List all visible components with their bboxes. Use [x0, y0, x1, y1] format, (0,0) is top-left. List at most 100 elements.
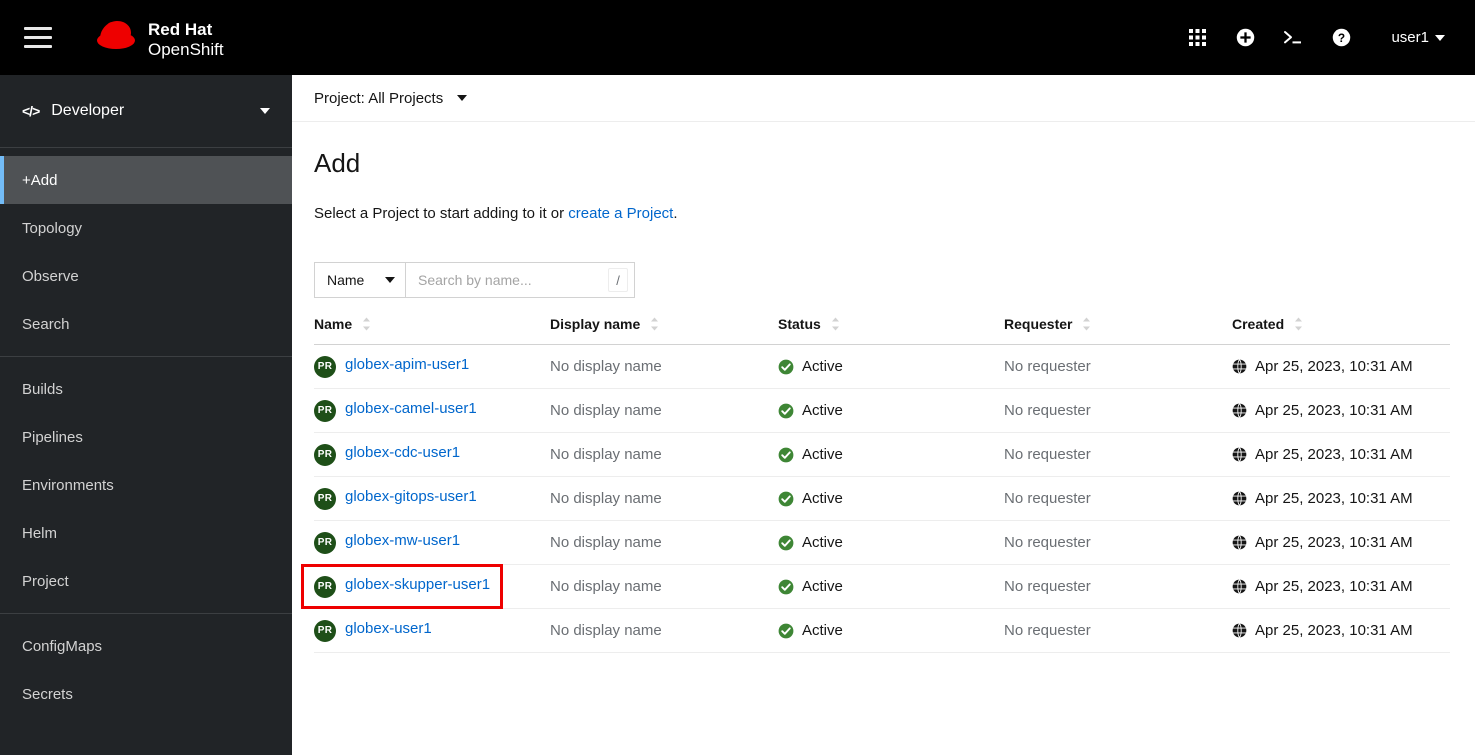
- cell-status: Active: [778, 432, 1004, 478]
- chevron-down-icon: [385, 277, 395, 284]
- status-label: Active: [802, 446, 843, 464]
- cell-display-name: No display name: [550, 344, 778, 390]
- sidebar-item-label: Project: [22, 572, 69, 590]
- hamburger-bar: [24, 27, 52, 30]
- search-input[interactable]: [406, 263, 634, 298]
- project-link[interactable]: globex-gitops-user1: [345, 488, 477, 510]
- sidebar-item-project[interactable]: Project: [0, 557, 292, 605]
- cell-status: Active: [778, 476, 1004, 522]
- status-ok-icon: [778, 403, 794, 419]
- name-annotation-wrapper: PR globex-skupper-user1: [301, 563, 504, 609]
- cell-display-name: No display name: [550, 476, 778, 522]
- project-badge: PR: [314, 619, 336, 642]
- page-description-suffix: .: [673, 205, 678, 223]
- status-label: Active: [802, 578, 843, 596]
- sidebar-item-label: +Add: [22, 171, 58, 189]
- cell-display-name: No display name: [550, 388, 778, 434]
- project-link[interactable]: globex-camel-user1: [345, 400, 477, 422]
- filter-type-dropdown[interactable]: Name: [314, 262, 406, 299]
- name-annotation-wrapper: PR globex-gitops-user1: [314, 487, 477, 510]
- sidebar-item-add[interactable]: +Add: [0, 156, 292, 204]
- sidebar-item-label: Helm: [22, 524, 58, 542]
- cell-name: PR globex-cdc-user1: [314, 432, 550, 478]
- masthead-tools: ? user1: [1173, 14, 1453, 62]
- sidebar-item-search[interactable]: Search: [0, 300, 292, 348]
- status-ok-icon: [778, 535, 794, 551]
- column-header-name[interactable]: Name: [314, 316, 550, 346]
- cell-status: Active: [778, 564, 1004, 610]
- perspective-switcher[interactable]: </> Developer: [0, 75, 292, 148]
- sidebar-item-secrets[interactable]: Secrets: [0, 670, 292, 718]
- table-row: PR globex-apim-user1 No display name Act…: [314, 344, 1450, 390]
- code-icon: </>: [22, 103, 40, 119]
- sidebar-item-environments[interactable]: Environments: [0, 461, 292, 509]
- status-label: Active: [802, 402, 843, 420]
- project-link[interactable]: globex-user1: [345, 620, 432, 642]
- help-icon[interactable]: ?: [1317, 14, 1365, 62]
- sidebar-item-pipelines[interactable]: Pipelines: [0, 413, 292, 461]
- create-project-link[interactable]: create a Project: [568, 205, 673, 222]
- requester-value: No requester: [1004, 490, 1091, 508]
- column-header-label: Status: [778, 316, 821, 333]
- status-ok-icon: [778, 623, 794, 639]
- cell-created: Apr 25, 2023, 10:31 AM: [1232, 388, 1450, 434]
- sort-icon: [651, 317, 659, 331]
- project-link[interactable]: globex-mw-user1: [345, 532, 460, 554]
- status-label: Active: [802, 534, 843, 552]
- created-value: Apr 25, 2023, 10:31 AM: [1255, 446, 1413, 464]
- sidebar: </> Developer +Add Topology Observe Sear…: [0, 75, 292, 755]
- plus-circle-icon[interactable]: [1221, 14, 1269, 62]
- sidebar-item-builds[interactable]: Builds: [0, 365, 292, 413]
- nav-group-config: ConfigMaps Secrets: [0, 614, 292, 726]
- page-description-prefix: Select a Project to start adding to it o…: [314, 205, 569, 223]
- project-selector[interactable]: Project: All Projects: [314, 89, 468, 107]
- hamburger-icon[interactable]: [20, 20, 56, 56]
- cell-status: Active: [778, 344, 1004, 390]
- column-header-display-name[interactable]: Display name: [550, 316, 778, 346]
- project-link[interactable]: globex-apim-user1: [345, 356, 469, 378]
- sidebar-item-label: Observe: [22, 267, 79, 285]
- status-label: Active: [802, 490, 843, 508]
- requester-value: No requester: [1004, 358, 1091, 376]
- status-ok-icon: [778, 359, 794, 375]
- table-header-row: Name Display name Status Requester Creat…: [314, 316, 1450, 346]
- cell-status: Active: [778, 520, 1004, 566]
- column-header-status[interactable]: Status: [778, 316, 1004, 346]
- redhat-openshift-logo[interactable]: Red Hat OpenShift: [88, 15, 228, 61]
- project-link[interactable]: globex-skupper-user1: [345, 576, 490, 598]
- name-annotation-wrapper: PR globex-apim-user1: [314, 355, 469, 378]
- globe-icon: [1232, 623, 1247, 638]
- cell-name: PR globex-gitops-user1: [314, 476, 550, 522]
- cell-created: Apr 25, 2023, 10:31 AM: [1232, 476, 1450, 522]
- display-name-value: No display name: [550, 578, 662, 596]
- created-value: Apr 25, 2023, 10:31 AM: [1255, 622, 1413, 640]
- sidebar-item-topology[interactable]: Topology: [0, 204, 292, 252]
- cell-display-name: No display name: [550, 432, 778, 478]
- globe-icon: [1232, 447, 1247, 462]
- globe-icon: [1232, 359, 1247, 374]
- project-link[interactable]: globex-cdc-user1: [345, 444, 460, 466]
- sidebar-item-label: Pipelines: [22, 428, 83, 446]
- column-header-requester[interactable]: Requester: [1004, 316, 1232, 346]
- status-label: Active: [802, 622, 843, 640]
- globe-icon: [1232, 403, 1247, 418]
- project-selector-label: Project: All Projects: [314, 89, 444, 107]
- filter-toolbar: Name /: [292, 222, 1475, 299]
- projects-table-wrapper: Name Display name Status Requester Creat…: [292, 316, 1475, 654]
- sort-icon: [363, 317, 371, 331]
- status-ok-icon: [778, 491, 794, 507]
- app-launcher-icon[interactable]: [1173, 14, 1221, 62]
- user-menu[interactable]: user1: [1391, 29, 1445, 46]
- column-header-created[interactable]: Created: [1232, 316, 1450, 346]
- sidebar-item-helm[interactable]: Helm: [0, 509, 292, 557]
- status-label: Active: [802, 358, 843, 376]
- sidebar-item-observe[interactable]: Observe: [0, 252, 292, 300]
- cell-created: Apr 25, 2023, 10:31 AM: [1232, 344, 1450, 390]
- terminal-icon[interactable]: [1269, 14, 1317, 62]
- sidebar-item-configmaps[interactable]: ConfigMaps: [0, 622, 292, 670]
- main-content: Project: All Projects Add Select a Proje…: [292, 75, 1475, 755]
- cell-requester: No requester: [1004, 520, 1232, 566]
- sidebar-item-label: Environments: [22, 476, 114, 494]
- cell-display-name: No display name: [550, 564, 778, 610]
- requester-value: No requester: [1004, 446, 1091, 464]
